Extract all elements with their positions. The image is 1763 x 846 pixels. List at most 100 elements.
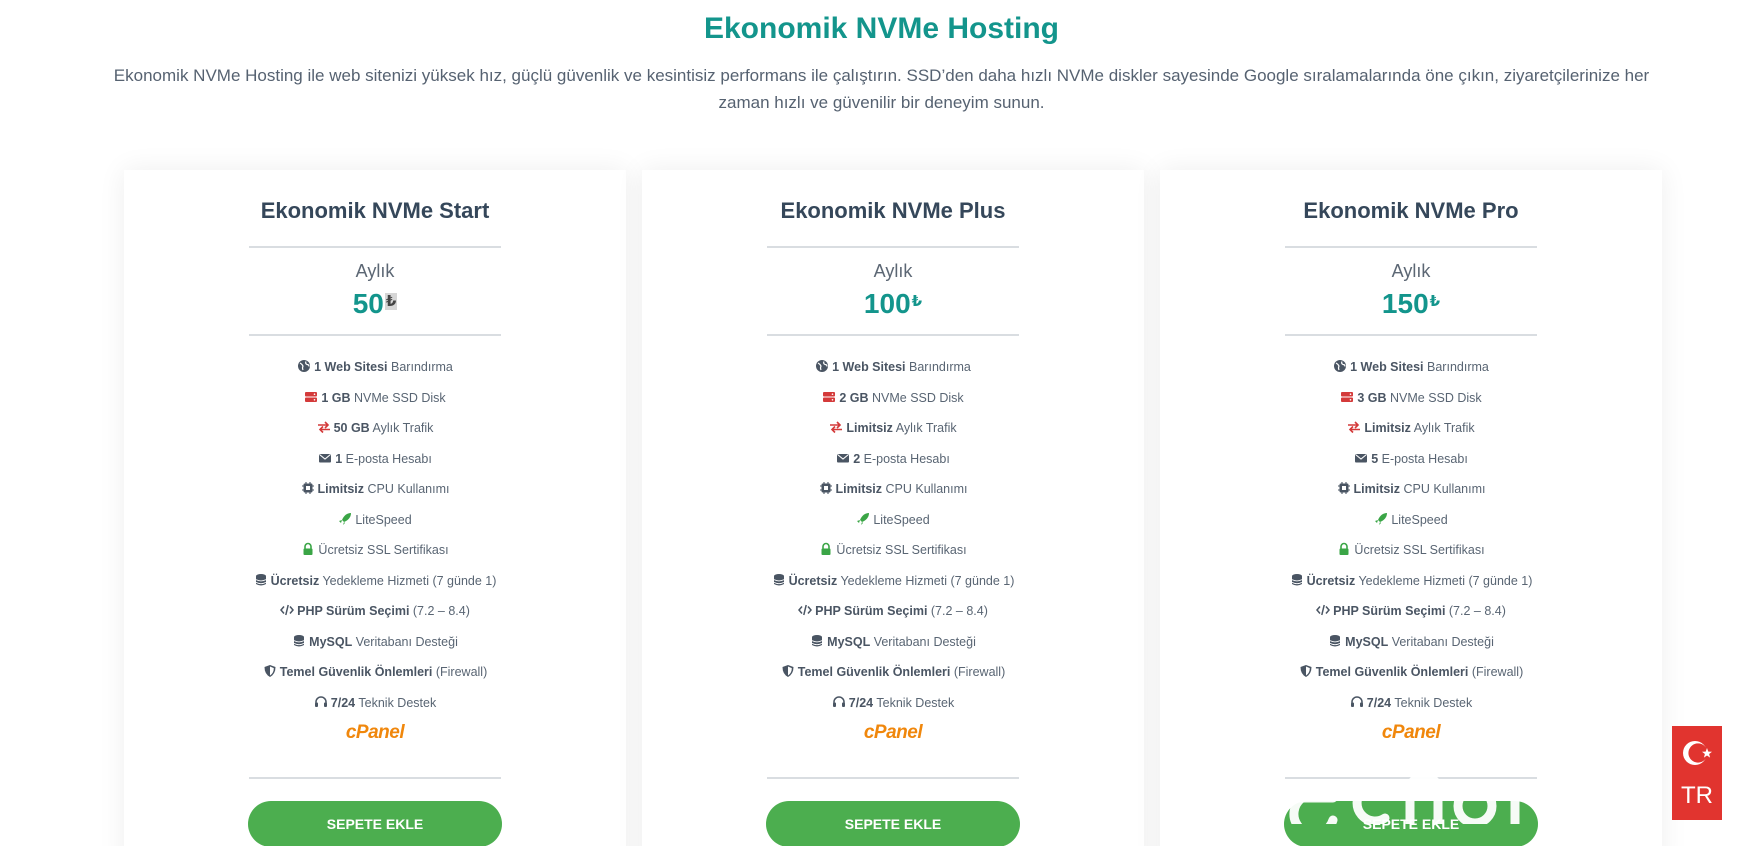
plan-period: Aylık [1391, 261, 1431, 281]
server-icon [1340, 385, 1354, 402]
rocket-icon [1374, 507, 1388, 525]
feature-label: Aylık Trafik [892, 421, 957, 435]
lock-icon [301, 537, 315, 555]
feature-item: 1 Web Sitesi Barındırma [642, 352, 1144, 383]
feature-value: 7/24 [1366, 695, 1392, 710]
feature-item: 50 GB Aylık Trafik [124, 413, 626, 444]
feature-item: 1 E-posta Hesabı [124, 444, 626, 475]
code-icon [1316, 598, 1331, 616]
price-value: 100 [863, 288, 911, 319]
add-to-cart-button[interactable]: SEPETE EKLE [248, 801, 502, 846]
feature-label: Teknik Destek [1391, 695, 1473, 710]
shield-icon [263, 659, 277, 677]
server-icon [822, 385, 836, 402]
currency-symbol: ₺ [1429, 293, 1441, 310]
feature-value: 3 GB [1357, 390, 1387, 405]
feature-value: 1 GB [321, 390, 351, 405]
feature-value: 1 Web Sitesi [1350, 360, 1424, 374]
feature-item: 2 GB NVMe SSD Disk [642, 383, 1144, 414]
lock-icon [819, 537, 833, 555]
globe-icon [297, 354, 311, 372]
database-icon [292, 629, 306, 646]
feature-value: Temel Güvenlik Önlemleri [797, 665, 951, 679]
envelope-icon [318, 446, 332, 462]
envelope-icon [1354, 446, 1368, 462]
globe-icon [815, 354, 829, 372]
feature-label: Veritabanı Desteği [352, 634, 458, 649]
feature-value: Limitsiz [835, 482, 883, 496]
cpanel-logo: cPanel [345, 722, 405, 743]
feature-value: 7/24 [848, 695, 874, 710]
feature-label: E-posta Hesabı [860, 451, 950, 466]
feature-label: LiteSpeed [355, 512, 412, 527]
envelope-icon [836, 446, 850, 462]
plan-period: Aylık [873, 261, 913, 281]
database-icon [1328, 629, 1342, 646]
feature-item: Temel Güvenlik Önlemleri (Firewall) [642, 657, 1144, 688]
headset-icon [1350, 690, 1364, 707]
exchange-icon [829, 415, 843, 434]
feature-label: Barındırma [387, 360, 453, 374]
feature-value: PHP Sürüm Seçimi [815, 604, 928, 618]
feature-label: CPU Kullanımı [1400, 482, 1486, 496]
currency-symbol: ₺ [384, 293, 398, 310]
feature-value: MySQL [309, 634, 353, 649]
lock-icon [1337, 537, 1351, 555]
cpanel-logo: cPanel [1381, 722, 1441, 743]
feature-list: 1 Web Sitesi Barındırma 2 GB NVMe SSD Dis… [642, 352, 1144, 718]
add-to-cart-button[interactable]: SEPETE EKLE [766, 801, 1020, 846]
feature-value: 50 GB [333, 421, 370, 435]
feature-value: Temel Güvenlik Önlemleri [279, 665, 433, 679]
page-description: Ekonomik NVMe Hosting ile web sitenizi y… [113, 66, 1650, 112]
divider [767, 246, 1019, 248]
database-icon [254, 568, 268, 585]
feature-item: 1 Web Sitesi Barındırma [1160, 352, 1662, 383]
feature-list: 1 Web Sitesi Barındırma 3 GB NVMe SSD Dis… [1160, 352, 1662, 718]
currency-symbol: ₺ [911, 293, 923, 310]
feature-value: Limitsiz [846, 421, 893, 435]
language-switcher[interactable]: TR [1672, 726, 1722, 820]
feature-item: 3 GB NVMe SSD Disk [1160, 383, 1662, 414]
feature-label: Barındırma [905, 360, 971, 374]
feature-label: Yedekleme Hizmeti (7 günde 1) [1355, 573, 1533, 588]
feature-item: 1 Web Sitesi Barındırma [124, 352, 626, 383]
database-icon [810, 629, 824, 646]
feature-label: (7.2 – 8.4) [1445, 604, 1506, 618]
feature-label: Yedekleme Hizmeti (7 günde 1) [837, 573, 1015, 588]
feature-label: (7.2 – 8.4) [927, 604, 988, 618]
feature-label: Ücretsiz SSL Sertifikası [1354, 543, 1485, 557]
feature-item: MySQL Veritabanı Desteği [124, 627, 626, 658]
cpu-icon [301, 476, 315, 494]
feature-label: (Firewall) [950, 665, 1006, 679]
cpu-icon [1337, 476, 1351, 494]
feature-label: Teknik Destek [355, 695, 437, 710]
feature-label: Veritabanı Desteği [870, 634, 976, 649]
feature-label: Ücretsiz SSL Sertifikası [836, 543, 967, 557]
feature-label: CPU Kullanımı [882, 482, 968, 496]
feature-value: 1 Web Sitesi [314, 360, 388, 374]
feature-item: Temel Güvenlik Önlemleri (Firewall) [1160, 657, 1662, 688]
feature-value: Limitsiz [1364, 421, 1411, 435]
page-title: Ekonomik NVMe Hosting [703, 12, 1060, 45]
feature-item: Ücretsiz Yedekleme Hizmeti (7 günde 1) [642, 566, 1144, 597]
feature-item: 7/24 Teknik Destek [1160, 688, 1662, 719]
feature-item: MySQL Veritabanı Desteği [642, 627, 1144, 658]
add-to-cart-button[interactable]: SEPETE EKLE [1284, 801, 1538, 846]
feature-label: NVMe SSD Disk [350, 390, 446, 405]
feature-item: Limitsiz CPU Kullanımı [642, 474, 1144, 505]
divider [767, 334, 1019, 336]
turkey-flag-icon [1683, 741, 1712, 765]
feature-value: PHP Sürüm Seçimi [297, 604, 410, 618]
plan-price: 50 ₺ [124, 286, 626, 322]
feature-value: 7/24 [330, 695, 356, 710]
plan-title: Ekonomik NVMe Start [260, 198, 490, 223]
feature-label: Ücretsiz SSL Sertifikası [318, 543, 449, 557]
feature-item: 7/24 Teknik Destek [124, 688, 626, 719]
divider [249, 246, 501, 248]
price-value: 150 [1381, 288, 1429, 319]
feature-item: LiteSpeed [1160, 505, 1662, 536]
exchange-icon [317, 415, 331, 434]
feature-list: 1 Web Sitesi Barındırma 1 GB NVMe SSD Dis… [124, 352, 626, 718]
feature-item: Limitsiz CPU Kullanımı [1160, 474, 1662, 505]
feature-item: 7/24 Teknik Destek [642, 688, 1144, 719]
